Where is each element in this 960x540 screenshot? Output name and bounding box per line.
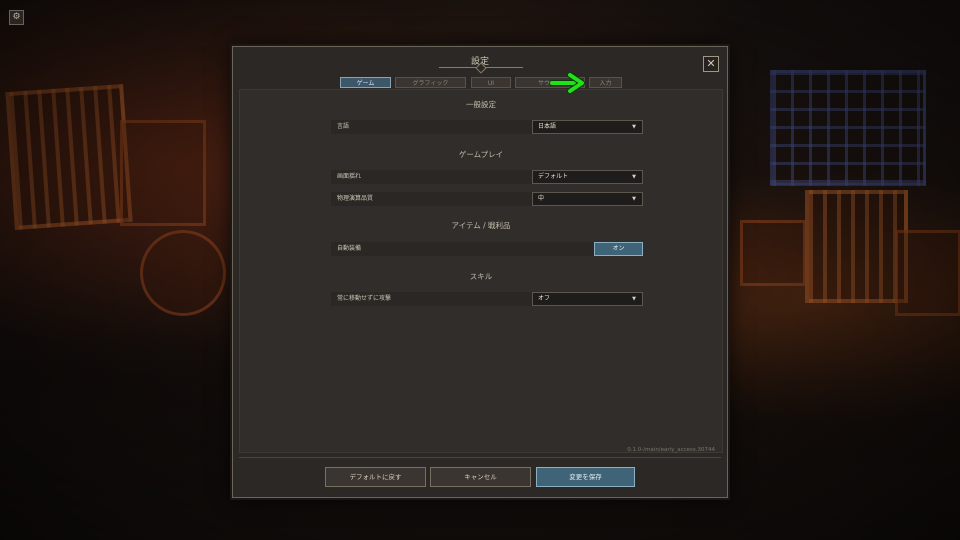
- dropdown-value: 日本語: [538, 123, 557, 130]
- setting-row-auto-equip: 自動装備 オン: [331, 242, 643, 256]
- version-label: 0.1.0-/main/early_access.30744: [627, 447, 715, 453]
- attack-in-place-dropdown[interactable]: オフ ▼: [532, 292, 643, 306]
- setting-row-screen-shake: 画面揺れ デフォルト ▼: [331, 170, 643, 184]
- setting-label: 常に移動せずに攻撃: [337, 295, 392, 302]
- physics-quality-dropdown[interactable]: 中 ▼: [532, 192, 643, 206]
- setting-label: 物理演算品質: [337, 195, 374, 202]
- setting-label: 言語: [337, 123, 350, 130]
- footer-divider: [239, 457, 721, 458]
- screen-shake-dropdown[interactable]: デフォルト ▼: [532, 170, 643, 184]
- close-icon[interactable]: ✕: [703, 56, 719, 72]
- dropdown-value: オフ: [538, 295, 551, 302]
- chevron-down-icon: ▼: [632, 174, 636, 180]
- language-dropdown[interactable]: 日本語 ▼: [532, 120, 643, 134]
- section-title-skills: スキル: [469, 272, 493, 281]
- settings-dialog: 設定 ✕ ゲーム グラフィック UI サウンド 入力 一般設定 言語 日本語 ▼…: [232, 46, 728, 498]
- section-title-gameplay: ゲームプレイ: [458, 150, 504, 159]
- gear-icon[interactable]: ⚙: [9, 10, 24, 25]
- setting-row-physics-quality: 物理演算品質 中 ▼: [331, 192, 643, 206]
- chevron-down-icon: ▼: [632, 124, 636, 130]
- dropdown-value: デフォルト: [538, 173, 569, 180]
- setting-row-attack-in-place: 常に移動せずに攻撃 オフ ▼: [331, 292, 643, 306]
- reset-defaults-button[interactable]: デフォルトに戻す: [325, 467, 426, 487]
- cancel-button[interactable]: キャンセル: [430, 467, 531, 487]
- settings-content: 一般設定 言語 日本語 ▼ ゲームプレイ 画面揺れ デフォルト ▼ 物理演算品質…: [239, 89, 723, 453]
- tab-graphics[interactable]: グラフィック: [395, 77, 466, 88]
- save-changes-button[interactable]: 変更を保存: [536, 467, 635, 487]
- setting-row-language: 言語 日本語 ▼: [331, 120, 643, 134]
- section-title-items: アイテム / 戦利品: [451, 221, 511, 230]
- auto-equip-toggle[interactable]: オン: [594, 242, 643, 256]
- title-ornament: [439, 67, 523, 68]
- annotation-arrow-icon: [550, 72, 585, 94]
- setting-label: 自動装備: [337, 245, 362, 252]
- setting-label: 画面揺れ: [337, 173, 362, 180]
- tab-input[interactable]: 入力: [589, 77, 622, 88]
- chevron-down-icon: ▼: [632, 196, 636, 202]
- section-title-general: 一般設定: [466, 100, 496, 109]
- dropdown-value: 中: [538, 195, 545, 202]
- tab-ui[interactable]: UI: [471, 77, 511, 88]
- tab-game[interactable]: ゲーム: [340, 77, 391, 88]
- chevron-down-icon: ▼: [632, 296, 636, 302]
